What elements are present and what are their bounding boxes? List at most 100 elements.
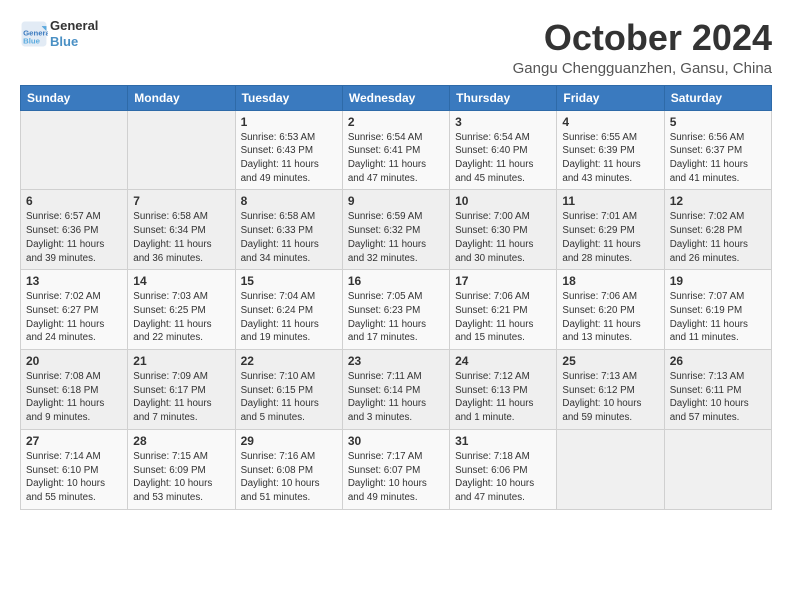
logo-text: General Blue xyxy=(50,18,98,49)
day-number: 19 xyxy=(670,274,766,288)
day-number: 28 xyxy=(133,434,229,448)
calendar-cell: 8 Sunrise: 6:58 AM Sunset: 6:33 PM Daylig… xyxy=(235,190,342,270)
calendar-cell: 31 Sunrise: 7:18 AM Sunset: 6:06 PM Dayli… xyxy=(450,429,557,509)
day-info: Sunrise: 7:15 AM Sunset: 6:09 PM Dayligh… xyxy=(133,450,229,505)
day-info: Sunrise: 7:10 AM Sunset: 6:15 PM Dayligh… xyxy=(241,370,337,425)
day-info: Sunrise: 6:58 AM Sunset: 6:34 PM Dayligh… xyxy=(133,210,229,265)
day-info: Sunrise: 7:13 AM Sunset: 6:12 PM Dayligh… xyxy=(562,370,658,425)
day-info: Sunrise: 7:01 AM Sunset: 6:29 PM Dayligh… xyxy=(562,210,658,265)
day-info: Sunrise: 6:56 AM Sunset: 6:37 PM Dayligh… xyxy=(670,131,766,186)
day-info: Sunrise: 6:57 AM Sunset: 6:36 PM Dayligh… xyxy=(26,210,122,265)
calendar-cell: 5 Sunrise: 6:56 AM Sunset: 6:37 PM Daylig… xyxy=(664,110,771,190)
calendar-cell: 1 Sunrise: 6:53 AM Sunset: 6:43 PM Daylig… xyxy=(235,110,342,190)
calendar-cell: 18 Sunrise: 7:06 AM Sunset: 6:20 PM Dayli… xyxy=(557,270,664,350)
day-info: Sunrise: 6:55 AM Sunset: 6:39 PM Dayligh… xyxy=(562,131,658,186)
day-info: Sunrise: 7:06 AM Sunset: 6:20 PM Dayligh… xyxy=(562,290,658,345)
day-number: 13 xyxy=(26,274,122,288)
day-number: 9 xyxy=(348,194,444,208)
day-info: Sunrise: 7:09 AM Sunset: 6:17 PM Dayligh… xyxy=(133,370,229,425)
day-number: 15 xyxy=(241,274,337,288)
day-info: Sunrise: 6:54 AM Sunset: 6:40 PM Dayligh… xyxy=(455,131,551,186)
day-number: 23 xyxy=(348,354,444,368)
calendar-cell: 10 Sunrise: 7:00 AM Sunset: 6:30 PM Dayli… xyxy=(450,190,557,270)
day-number: 29 xyxy=(241,434,337,448)
day-number: 17 xyxy=(455,274,551,288)
day-number: 18 xyxy=(562,274,658,288)
calendar-cell: 21 Sunrise: 7:09 AM Sunset: 6:17 PM Dayli… xyxy=(128,350,235,430)
day-info: Sunrise: 7:18 AM Sunset: 6:06 PM Dayligh… xyxy=(455,450,551,505)
calendar-cell: 2 Sunrise: 6:54 AM Sunset: 6:41 PM Daylig… xyxy=(342,110,449,190)
day-of-week-friday: Friday xyxy=(557,85,664,110)
day-info: Sunrise: 6:59 AM Sunset: 6:32 PM Dayligh… xyxy=(348,210,444,265)
day-number: 12 xyxy=(670,194,766,208)
day-info: Sunrise: 7:12 AM Sunset: 6:13 PM Dayligh… xyxy=(455,370,551,425)
day-info: Sunrise: 7:08 AM Sunset: 6:18 PM Dayligh… xyxy=(26,370,122,425)
day-info: Sunrise: 7:16 AM Sunset: 6:08 PM Dayligh… xyxy=(241,450,337,505)
calendar-cell xyxy=(21,110,128,190)
day-number: 6 xyxy=(26,194,122,208)
day-number: 22 xyxy=(241,354,337,368)
day-number: 8 xyxy=(241,194,337,208)
calendar-cell: 25 Sunrise: 7:13 AM Sunset: 6:12 PM Dayli… xyxy=(557,350,664,430)
week-row-5: 27 Sunrise: 7:14 AM Sunset: 6:10 PM Dayli… xyxy=(21,429,772,509)
location: Gangu Chengguanzhen, Gansu, China xyxy=(513,60,772,77)
day-info: Sunrise: 7:17 AM Sunset: 6:07 PM Dayligh… xyxy=(348,450,444,505)
day-of-week-sunday: Sunday xyxy=(21,85,128,110)
calendar-cell: 11Sunrise: 7:01 AM Sunset: 6:29 PM Dayli… xyxy=(557,190,664,270)
day-info: Sunrise: 7:00 AM Sunset: 6:30 PM Dayligh… xyxy=(455,210,551,265)
calendar-cell: 23Sunrise: 7:11 AM Sunset: 6:14 PM Dayli… xyxy=(342,350,449,430)
day-info: Sunrise: 7:07 AM Sunset: 6:19 PM Dayligh… xyxy=(670,290,766,345)
day-of-week-tuesday: Tuesday xyxy=(235,85,342,110)
day-info: Sunrise: 6:53 AM Sunset: 6:43 PM Dayligh… xyxy=(241,131,337,186)
day-info: Sunrise: 7:13 AM Sunset: 6:11 PM Dayligh… xyxy=(670,370,766,425)
header: General Blue General Blue October 2024 G… xyxy=(20,18,772,77)
calendar-body: 1 Sunrise: 6:53 AM Sunset: 6:43 PM Daylig… xyxy=(21,110,772,509)
page: General Blue General Blue October 2024 G… xyxy=(0,0,792,520)
calendar-cell: 17 Sunrise: 7:06 AM Sunset: 6:21 PM Dayli… xyxy=(450,270,557,350)
month-title: October 2024 xyxy=(513,18,772,58)
calendar-cell xyxy=(664,429,771,509)
week-row-3: 13Sunrise: 7:02 AM Sunset: 6:27 PM Dayli… xyxy=(21,270,772,350)
header-row: SundayMondayTuesdayWednesdayThursdayFrid… xyxy=(21,85,772,110)
day-info: Sunrise: 6:54 AM Sunset: 6:41 PM Dayligh… xyxy=(348,131,444,186)
week-row-1: 1 Sunrise: 6:53 AM Sunset: 6:43 PM Daylig… xyxy=(21,110,772,190)
day-number: 10 xyxy=(455,194,551,208)
day-number: 30 xyxy=(348,434,444,448)
day-info: Sunrise: 7:14 AM Sunset: 6:10 PM Dayligh… xyxy=(26,450,122,505)
calendar-cell: 12Sunrise: 7:02 AM Sunset: 6:28 PM Dayli… xyxy=(664,190,771,270)
day-number: 16 xyxy=(348,274,444,288)
calendar-cell: 6 Sunrise: 6:57 AM Sunset: 6:36 PM Daylig… xyxy=(21,190,128,270)
calendar-cell: 15Sunrise: 7:04 AM Sunset: 6:24 PM Dayli… xyxy=(235,270,342,350)
day-number: 20 xyxy=(26,354,122,368)
calendar-cell xyxy=(557,429,664,509)
logo: General Blue General Blue xyxy=(20,18,98,49)
day-of-week-monday: Monday xyxy=(128,85,235,110)
day-number: 1 xyxy=(241,115,337,129)
calendar-cell: 30 Sunrise: 7:17 AM Sunset: 6:07 PM Dayli… xyxy=(342,429,449,509)
calendar-cell: 29 Sunrise: 7:16 AM Sunset: 6:08 PM Dayli… xyxy=(235,429,342,509)
day-number: 24 xyxy=(455,354,551,368)
day-number: 3 xyxy=(455,115,551,129)
calendar-cell: 24 Sunrise: 7:12 AM Sunset: 6:13 PM Dayli… xyxy=(450,350,557,430)
calendar-cell: 3 Sunrise: 6:54 AM Sunset: 6:40 PM Daylig… xyxy=(450,110,557,190)
day-number: 25 xyxy=(562,354,658,368)
day-of-week-saturday: Saturday xyxy=(664,85,771,110)
day-number: 7 xyxy=(133,194,229,208)
day-info: Sunrise: 6:58 AM Sunset: 6:33 PM Dayligh… xyxy=(241,210,337,265)
calendar-cell: 13Sunrise: 7:02 AM Sunset: 6:27 PM Dayli… xyxy=(21,270,128,350)
svg-text:Blue: Blue xyxy=(23,36,41,45)
day-number: 14 xyxy=(133,274,229,288)
calendar-cell: 26Sunrise: 7:13 AM Sunset: 6:11 PM Dayli… xyxy=(664,350,771,430)
day-number: 31 xyxy=(455,434,551,448)
calendar-cell: 4Sunrise: 6:55 AM Sunset: 6:39 PM Daylig… xyxy=(557,110,664,190)
day-number: 2 xyxy=(348,115,444,129)
day-info: Sunrise: 7:03 AM Sunset: 6:25 PM Dayligh… xyxy=(133,290,229,345)
day-number: 27 xyxy=(26,434,122,448)
day-of-week-thursday: Thursday xyxy=(450,85,557,110)
day-info: Sunrise: 7:06 AM Sunset: 6:21 PM Dayligh… xyxy=(455,290,551,345)
day-info: Sunrise: 7:05 AM Sunset: 6:23 PM Dayligh… xyxy=(348,290,444,345)
day-of-week-wednesday: Wednesday xyxy=(342,85,449,110)
day-number: 21 xyxy=(133,354,229,368)
calendar-cell: 9 Sunrise: 6:59 AM Sunset: 6:32 PM Daylig… xyxy=(342,190,449,270)
day-number: 5 xyxy=(670,115,766,129)
